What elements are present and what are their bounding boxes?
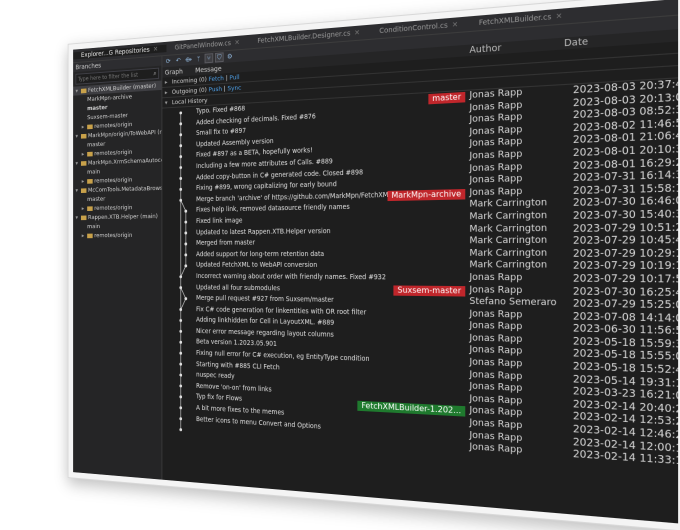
branch-label: master <box>87 195 106 203</box>
commit-message: Merged from master <box>196 238 256 247</box>
commit-author: Jonas Rapp <box>469 442 523 457</box>
branch-label: main <box>87 167 100 176</box>
folder-icon <box>87 151 93 157</box>
commit-author: Jonas Rapp <box>469 272 523 284</box>
outgoing-label: Outgoing (0) <box>171 85 207 96</box>
pull-link[interactable]: Pull <box>229 73 239 81</box>
branch-tree: ▾ FetchXMLBuilder (master) MarkMpn-archive… <box>73 80 162 241</box>
local-history-label: Local History <box>171 96 208 107</box>
folder-icon <box>80 160 87 166</box>
commit-author: Jonas Rapp <box>469 284 523 296</box>
folder-icon <box>87 178 93 184</box>
commit-date: 2023-07-29 10:17:58 <box>572 272 679 286</box>
commit-row[interactable]: Added support for long-term retention da… <box>162 247 678 260</box>
branch-label: main <box>87 222 100 231</box>
folder-icon <box>87 205 93 211</box>
fetch-link[interactable]: Fetch <box>209 74 224 83</box>
incoming-label: Incoming (0) <box>171 75 207 86</box>
expand-icon[interactable]: ▸ <box>165 89 168 97</box>
branch-tag[interactable]: Suxsem-master <box>393 284 466 297</box>
collapse-icon[interactable]: ▾ <box>165 99 168 107</box>
screenshot-scene: Explorer...G Repositories ✕ GitPanelWindow… <box>0 0 680 530</box>
branch-icon[interactable]: ᛘ <box>195 55 202 63</box>
tab-label: ConditionControl.cs <box>379 21 448 36</box>
commit-author: Jonas Rapp <box>469 186 523 199</box>
graph-column-header[interactable]: Graph <box>162 66 195 76</box>
commit-message: Fixed link image <box>196 216 243 225</box>
commit-message: Added support for long-term retention da… <box>196 249 325 258</box>
cherry-pick-icon[interactable]: ⟴ <box>185 56 192 64</box>
branches-pane: Branches ⌕ ▾FetchXMLBuilder (master)Mark… <box>73 56 163 480</box>
branch-label: McComTools.MetadataBrowser (m... <box>87 184 162 194</box>
commit-author: Jonas Rapp <box>469 308 523 321</box>
commit-date: 2023-07-29 10:51:24 <box>572 221 679 235</box>
commit-author: Mark Carrington <box>469 260 548 272</box>
commit-author: Mark Carrington <box>469 247 548 259</box>
commit-date: 2023-07-29 10:19:13 <box>572 260 679 273</box>
commit-date: 2023-07-29 10:45:45 <box>572 234 679 248</box>
filter-toggle-icon[interactable]: ⛉ <box>214 52 224 63</box>
git-changes-window: Explorer...G Repositories ✕ GitPanelWindow… <box>73 0 679 524</box>
undo-icon[interactable]: ↶ <box>175 57 182 65</box>
search-icon[interactable]: ⌕ <box>153 69 158 78</box>
close-icon[interactable]: ✕ <box>452 20 458 29</box>
branch-item[interactable]: ▾ Rappen.XTB.Helper (main) <box>73 211 161 222</box>
branch-label: MarkMpn.XrmSchemaAutocompl... <box>87 155 162 167</box>
folder-icon <box>80 88 87 93</box>
branch-label: master <box>87 140 106 149</box>
folder-icon <box>80 187 87 193</box>
date-column-header[interactable]: Date <box>564 36 588 49</box>
commit-date: 2023-07-30 15:40:37 <box>572 208 679 223</box>
branch-tag[interactable]: MarkMpn-archive <box>387 188 466 201</box>
perspective-frame: Explorer...G Repositories ✕ GitPanelWindow… <box>67 0 680 530</box>
branch-label: remotes/origin <box>94 203 133 212</box>
folder-icon <box>80 133 87 139</box>
settings-icon[interactable]: ⚙ <box>226 53 233 61</box>
close-icon[interactable]: ✕ <box>354 29 360 38</box>
close-icon[interactable]: ✕ <box>556 12 562 21</box>
close-icon[interactable]: ✕ <box>234 39 239 47</box>
commit-author: Mark Carrington <box>469 210 548 223</box>
folder-icon <box>80 215 87 220</box>
expand-icon[interactable]: ▸ <box>165 78 168 86</box>
branch-label: MarkMpn-archive <box>87 92 132 103</box>
commit-date: 2023-07-29 10:29:18 <box>572 247 679 260</box>
history-pane: ⟳ ↶ ⟴ ᛘ ⑂ ⛉ ⚙ Graph Message Author Date … <box>162 15 678 524</box>
branch-label: Rappen.XTB.Helper (main) <box>87 212 158 221</box>
sync-link[interactable]: Sync <box>227 84 241 93</box>
close-icon[interactable]: ✕ <box>153 45 158 53</box>
branch-label: remotes/origin <box>94 231 133 240</box>
branch-label: remotes/origin <box>94 175 133 185</box>
folder-icon <box>87 123 93 129</box>
tab-label: FetchXMLBuilder.cs <box>478 12 552 28</box>
commit-author: Mark Carrington <box>469 235 548 247</box>
push-link[interactable]: Push <box>209 85 222 93</box>
commit-author: Mark Carrington <box>469 222 548 235</box>
branch-label: master <box>87 103 108 113</box>
commit-message: Updated FetchXML to WebAPI conversion <box>196 261 318 270</box>
tab-label: GitPanelWindow.cs <box>174 39 231 52</box>
graph-toggle-icon[interactable]: ⑂ <box>204 53 214 64</box>
commit-list: Typo. Fixed #868 master Jonas Rapp 2023-08-… <box>162 78 678 468</box>
branch-item[interactable]: ▸ remotes/origin <box>73 230 161 240</box>
refresh-icon[interactable]: ⟳ <box>165 57 172 65</box>
folder-icon <box>87 233 93 238</box>
author-column-header[interactable]: Author <box>469 43 501 56</box>
